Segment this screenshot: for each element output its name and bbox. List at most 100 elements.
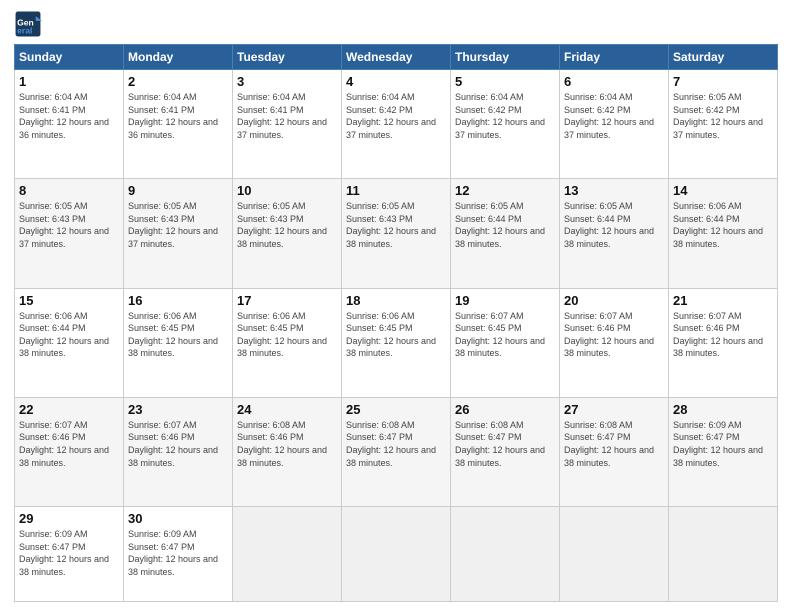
calendar-day-cell: 7 Sunrise: 6:05 AMSunset: 6:42 PMDaylight… bbox=[669, 70, 778, 179]
day-number: 1 bbox=[19, 74, 119, 89]
calendar-day-cell: 2 Sunrise: 6:04 AMSunset: 6:41 PMDaylight… bbox=[124, 70, 233, 179]
calendar-day-cell: 8 Sunrise: 6:05 AMSunset: 6:43 PMDaylight… bbox=[15, 179, 124, 288]
calendar-week-row: 15 Sunrise: 6:06 AMSunset: 6:44 PMDayligh… bbox=[15, 288, 778, 397]
calendar-day-header: Sunday bbox=[15, 45, 124, 70]
calendar-week-row: 22Sunrise: 6:07 AMSunset: 6:46 PMDayligh… bbox=[15, 397, 778, 506]
calendar-header-row: SundayMondayTuesdayWednesdayThursdayFrid… bbox=[15, 45, 778, 70]
calendar-week-row: 8 Sunrise: 6:05 AMSunset: 6:43 PMDaylight… bbox=[15, 179, 778, 288]
day-info: Sunrise: 6:06 AMSunset: 6:45 PMDaylight:… bbox=[128, 310, 228, 360]
day-number: 17 bbox=[237, 293, 337, 308]
day-info: Sunrise: 6:08 AMSunset: 6:47 PMDaylight:… bbox=[346, 419, 446, 469]
day-number: 19 bbox=[455, 293, 555, 308]
calendar-week-row: 1 Sunrise: 6:04 AMSunset: 6:41 PMDaylight… bbox=[15, 70, 778, 179]
svg-text:eral: eral bbox=[17, 25, 32, 35]
day-number: 28 bbox=[673, 402, 773, 417]
day-number: 18 bbox=[346, 293, 446, 308]
day-number: 11 bbox=[346, 183, 446, 198]
page: Gen eral SundayMondayTuesdayWednesdayThu… bbox=[0, 0, 792, 612]
calendar-day-cell: 23Sunrise: 6:07 AMSunset: 6:46 PMDayligh… bbox=[124, 397, 233, 506]
calendar-day-cell: 12 Sunrise: 6:05 AMSunset: 6:44 PMDayligh… bbox=[451, 179, 560, 288]
calendar-day-cell: 25 Sunrise: 6:08 AMSunset: 6:47 PMDayligh… bbox=[342, 397, 451, 506]
day-number: 20 bbox=[564, 293, 664, 308]
day-number: 14 bbox=[673, 183, 773, 198]
calendar-day-cell: 9 Sunrise: 6:05 AMSunset: 6:43 PMDaylight… bbox=[124, 179, 233, 288]
day-number: 10 bbox=[237, 183, 337, 198]
calendar-day-cell: 4Sunrise: 6:04 AMSunset: 6:42 PMDaylight… bbox=[342, 70, 451, 179]
calendar-day-cell: 29 Sunrise: 6:09 AMSunset: 6:47 PMDayligh… bbox=[15, 507, 124, 602]
day-info: Sunrise: 6:05 AMSunset: 6:42 PMDaylight:… bbox=[673, 91, 773, 141]
day-number: 13 bbox=[564, 183, 664, 198]
calendar-day-cell: 1 Sunrise: 6:04 AMSunset: 6:41 PMDaylight… bbox=[15, 70, 124, 179]
logo: Gen eral bbox=[14, 10, 46, 38]
day-info: Sunrise: 6:05 AMSunset: 6:43 PMDaylight:… bbox=[128, 200, 228, 250]
calendar-day-cell bbox=[451, 507, 560, 602]
day-info: Sunrise: 6:07 AMSunset: 6:46 PMDaylight:… bbox=[128, 419, 228, 469]
day-info: Sunrise: 6:05 AMSunset: 6:44 PMDaylight:… bbox=[455, 200, 555, 250]
day-info: Sunrise: 6:05 AMSunset: 6:43 PMDaylight:… bbox=[346, 200, 446, 250]
day-info: Sunrise: 6:08 AMSunset: 6:47 PMDaylight:… bbox=[455, 419, 555, 469]
day-number: 5 bbox=[455, 74, 555, 89]
calendar-day-cell: 28 Sunrise: 6:09 AMSunset: 6:47 PMDayligh… bbox=[669, 397, 778, 506]
day-number: 6 bbox=[564, 74, 664, 89]
calendar-day-cell: 14 Sunrise: 6:06 AMSunset: 6:44 PMDayligh… bbox=[669, 179, 778, 288]
calendar-day-header: Wednesday bbox=[342, 45, 451, 70]
calendar-day-cell: 3 Sunrise: 6:04 AMSunset: 6:41 PMDaylight… bbox=[233, 70, 342, 179]
day-number: 24 bbox=[237, 402, 337, 417]
day-info: Sunrise: 6:04 AMSunset: 6:41 PMDaylight:… bbox=[237, 91, 337, 141]
calendar-day-cell: 30 Sunrise: 6:09 AMSunset: 6:47 PMDayligh… bbox=[124, 507, 233, 602]
day-number: 8 bbox=[19, 183, 119, 198]
calendar-day-cell: 20 Sunrise: 6:07 AMSunset: 6:46 PMDayligh… bbox=[560, 288, 669, 397]
day-info: Sunrise: 6:06 AMSunset: 6:44 PMDaylight:… bbox=[19, 310, 119, 360]
day-info: Sunrise: 6:05 AMSunset: 6:44 PMDaylight:… bbox=[564, 200, 664, 250]
day-number: 25 bbox=[346, 402, 446, 417]
day-number: 26 bbox=[455, 402, 555, 417]
calendar-day-cell: 15 Sunrise: 6:06 AMSunset: 6:44 PMDayligh… bbox=[15, 288, 124, 397]
calendar-day-cell: 5 Sunrise: 6:04 AMSunset: 6:42 PMDaylight… bbox=[451, 70, 560, 179]
calendar-day-cell: 10 Sunrise: 6:05 AMSunset: 6:43 PMDayligh… bbox=[233, 179, 342, 288]
day-info: Sunrise: 6:04 AMSunset: 6:41 PMDaylight:… bbox=[128, 91, 228, 141]
day-info: Sunrise: 6:09 AMSunset: 6:47 PMDaylight:… bbox=[19, 528, 119, 578]
calendar-day-cell: 11 Sunrise: 6:05 AMSunset: 6:43 PMDayligh… bbox=[342, 179, 451, 288]
day-number: 12 bbox=[455, 183, 555, 198]
calendar-day-cell bbox=[560, 507, 669, 602]
calendar-day-cell: 17 Sunrise: 6:06 AMSunset: 6:45 PMDayligh… bbox=[233, 288, 342, 397]
day-info: Sunrise: 6:05 AMSunset: 6:43 PMDaylight:… bbox=[237, 200, 337, 250]
day-info: Sunrise: 6:05 AMSunset: 6:43 PMDaylight:… bbox=[19, 200, 119, 250]
day-number: 16 bbox=[128, 293, 228, 308]
calendar-day-header: Friday bbox=[560, 45, 669, 70]
day-info: Sunrise: 6:07 AMSunset: 6:46 PMDaylight:… bbox=[19, 419, 119, 469]
day-info: Sunrise: 6:04 AMSunset: 6:42 PMDaylight:… bbox=[564, 91, 664, 141]
day-number: 2 bbox=[128, 74, 228, 89]
day-info: Sunrise: 6:07 AMSunset: 6:45 PMDaylight:… bbox=[455, 310, 555, 360]
day-number: 29 bbox=[19, 511, 119, 526]
calendar-day-header: Thursday bbox=[451, 45, 560, 70]
calendar-day-cell bbox=[233, 507, 342, 602]
day-info: Sunrise: 6:04 AMSunset: 6:42 PMDaylight:… bbox=[455, 91, 555, 141]
day-number: 27 bbox=[564, 402, 664, 417]
day-info: Sunrise: 6:06 AMSunset: 6:44 PMDaylight:… bbox=[673, 200, 773, 250]
day-info: Sunrise: 6:07 AMSunset: 6:46 PMDaylight:… bbox=[564, 310, 664, 360]
calendar-day-cell: 27Sunrise: 6:08 AMSunset: 6:47 PMDayligh… bbox=[560, 397, 669, 506]
day-number: 7 bbox=[673, 74, 773, 89]
day-info: Sunrise: 6:09 AMSunset: 6:47 PMDaylight:… bbox=[128, 528, 228, 578]
calendar-day-cell bbox=[342, 507, 451, 602]
day-info: Sunrise: 6:06 AMSunset: 6:45 PMDaylight:… bbox=[237, 310, 337, 360]
day-info: Sunrise: 6:07 AMSunset: 6:46 PMDaylight:… bbox=[673, 310, 773, 360]
calendar-day-cell: 13 Sunrise: 6:05 AMSunset: 6:44 PMDayligh… bbox=[560, 179, 669, 288]
calendar-day-header: Tuesday bbox=[233, 45, 342, 70]
calendar-day-cell bbox=[669, 507, 778, 602]
calendar-day-header: Monday bbox=[124, 45, 233, 70]
day-number: 30 bbox=[128, 511, 228, 526]
calendar-day-cell: 26 Sunrise: 6:08 AMSunset: 6:47 PMDayligh… bbox=[451, 397, 560, 506]
calendar-day-cell: 16 Sunrise: 6:06 AMSunset: 6:45 PMDayligh… bbox=[124, 288, 233, 397]
logo-icon: Gen eral bbox=[14, 10, 42, 38]
calendar-day-header: Saturday bbox=[669, 45, 778, 70]
day-number: 3 bbox=[237, 74, 337, 89]
day-info: Sunrise: 6:09 AMSunset: 6:47 PMDaylight:… bbox=[673, 419, 773, 469]
day-number: 9 bbox=[128, 183, 228, 198]
day-info: Sunrise: 6:04 AMSunset: 6:41 PMDaylight:… bbox=[19, 91, 119, 141]
day-info: Sunrise: 6:08 AMSunset: 6:46 PMDaylight:… bbox=[237, 419, 337, 469]
calendar-week-row: 29 Sunrise: 6:09 AMSunset: 6:47 PMDayligh… bbox=[15, 507, 778, 602]
calendar-day-cell: 19 Sunrise: 6:07 AMSunset: 6:45 PMDayligh… bbox=[451, 288, 560, 397]
day-number: 15 bbox=[19, 293, 119, 308]
